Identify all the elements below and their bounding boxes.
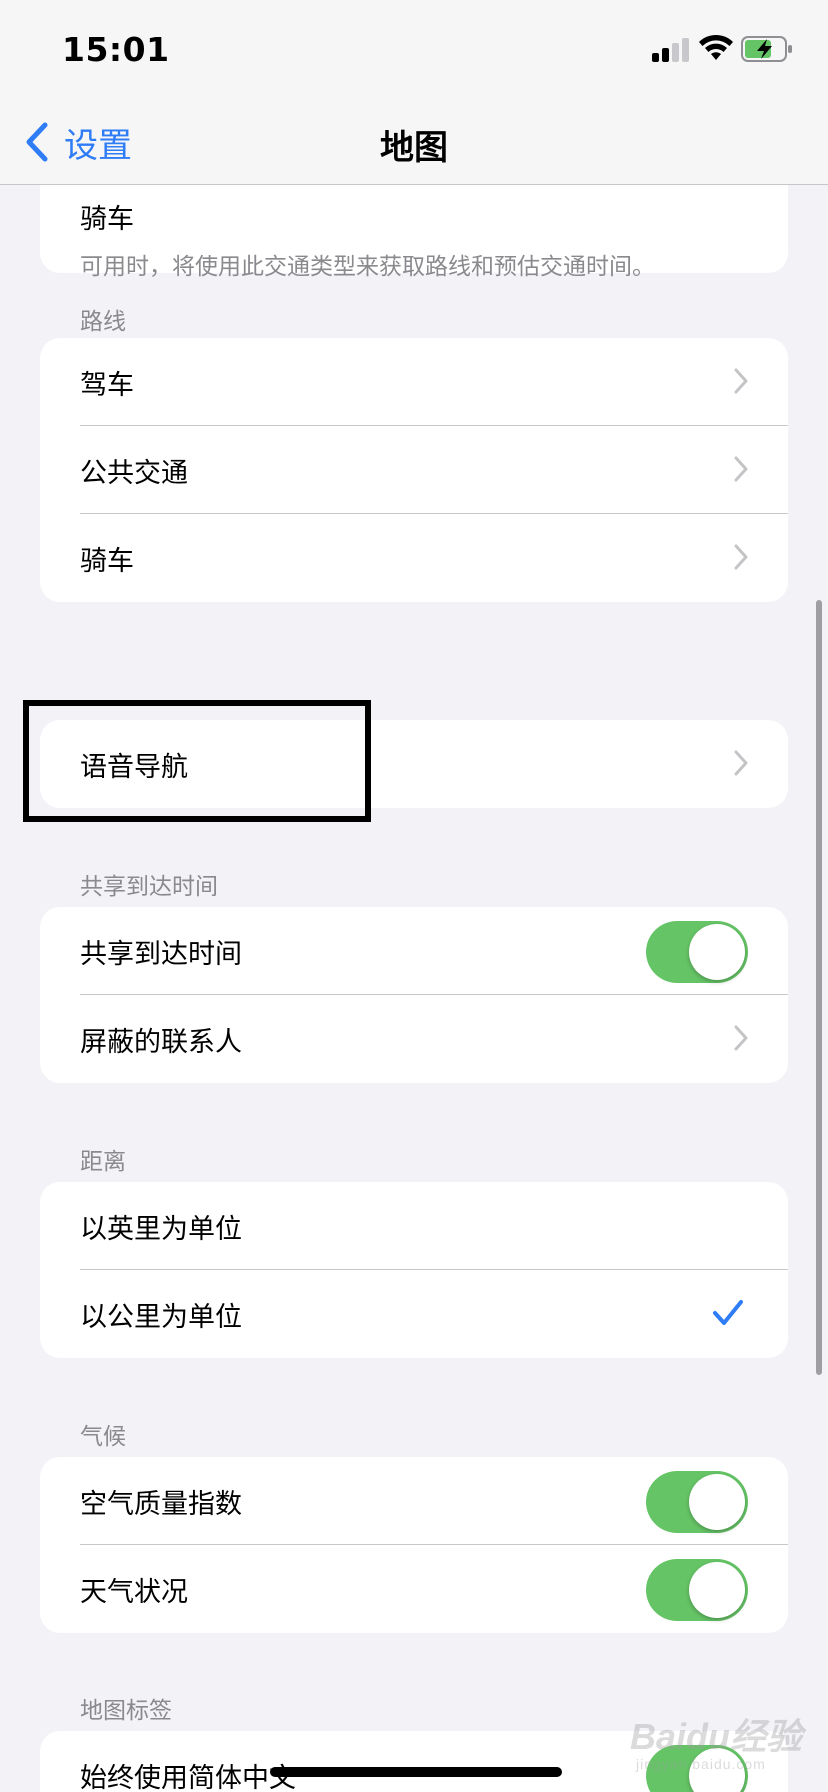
chevron-right-icon	[734, 368, 748, 394]
climate-group: 空气质量指数 天气状况	[40, 1457, 788, 1633]
toggle-knob	[689, 924, 745, 980]
status-bar: 15:01	[0, 0, 828, 100]
row-label: 共享到达时间	[80, 938, 242, 970]
watermark-subtext: jingyan.baidu.com	[636, 1756, 766, 1772]
watermark-text: Baidu经验	[630, 1716, 803, 1757]
toggle-knob	[689, 1474, 745, 1530]
baidu-watermark: Baidu经验 jingyan.baidu.com	[630, 1700, 810, 1780]
page-title: 地图	[380, 128, 448, 168]
row-label: 骑车	[80, 204, 134, 235]
toggle-knob	[689, 1562, 745, 1618]
row-label: 空气质量指数	[80, 1488, 242, 1520]
section-header-distance: 距离	[80, 1149, 126, 1175]
navigation-bar: 设置 地图	[0, 100, 828, 185]
share-eta-row: 共享到达时间	[40, 907, 788, 995]
row-label: 骑车	[80, 545, 134, 577]
settings-list[interactable]: 骑车 可用时，将使用此交通类型来获取路线和预估交通时间。 路线 驾车 公共交通 …	[0, 185, 828, 1792]
chevron-right-icon	[734, 544, 748, 570]
row-label: 公共交通	[80, 457, 188, 489]
blocked-contacts-row[interactable]: 屏蔽的联系人	[40, 995, 788, 1083]
row-label: 屏蔽的联系人	[80, 1026, 242, 1058]
share-eta-toggle[interactable]	[646, 921, 748, 983]
row-label: 以英里为单位	[80, 1213, 242, 1245]
route-cycling-row[interactable]: 骑车	[40, 514, 788, 602]
routes-group: 驾车 公共交通 骑车	[40, 338, 788, 602]
distance-km-row[interactable]: 以公里为单位	[40, 1270, 788, 1358]
scroll-indicator[interactable]	[816, 600, 822, 1375]
row-label: 始终使用简体中文	[80, 1762, 296, 1792]
section-header-routes: 路线	[80, 309, 126, 335]
weather-conditions-toggle[interactable]	[646, 1559, 748, 1621]
distance-miles-row[interactable]: 以英里为单位	[40, 1182, 788, 1270]
air-quality-row: 空气质量指数	[40, 1457, 788, 1545]
row-label: 以公里为单位	[80, 1301, 242, 1333]
distance-group: 以英里为单位 以公里为单位	[40, 1182, 788, 1358]
row-label: 驾车	[80, 369, 134, 401]
chevron-right-icon	[734, 1025, 748, 1051]
section-header-share-eta: 共享到达时间	[80, 874, 218, 900]
battery-charging-icon	[741, 36, 792, 62]
home-indicator[interactable]	[270, 1767, 562, 1777]
row-label: 天气状况	[80, 1576, 188, 1608]
section-header-climate: 气候	[80, 1424, 126, 1450]
route-transit-row[interactable]: 公共交通	[40, 426, 788, 514]
transport-footer-note: 可用时，将使用此交通类型来获取路线和预估交通时间。	[80, 254, 655, 280]
route-driving-row[interactable]: 驾车	[40, 338, 788, 426]
share-eta-group: 共享到达时间 屏蔽的联系人	[40, 907, 788, 1083]
highlight-annotation-box	[23, 700, 371, 822]
wifi-icon	[699, 34, 733, 60]
cellular-signal-icon	[652, 38, 692, 62]
status-time: 15:01	[62, 30, 170, 69]
chevron-right-icon	[734, 456, 748, 482]
weather-conditions-row: 天气状况	[40, 1545, 788, 1633]
checkmark-icon	[713, 1300, 743, 1325]
chevron-right-icon	[734, 750, 748, 776]
air-quality-toggle[interactable]	[646, 1471, 748, 1533]
section-header-map-labels: 地图标签	[80, 1698, 172, 1724]
